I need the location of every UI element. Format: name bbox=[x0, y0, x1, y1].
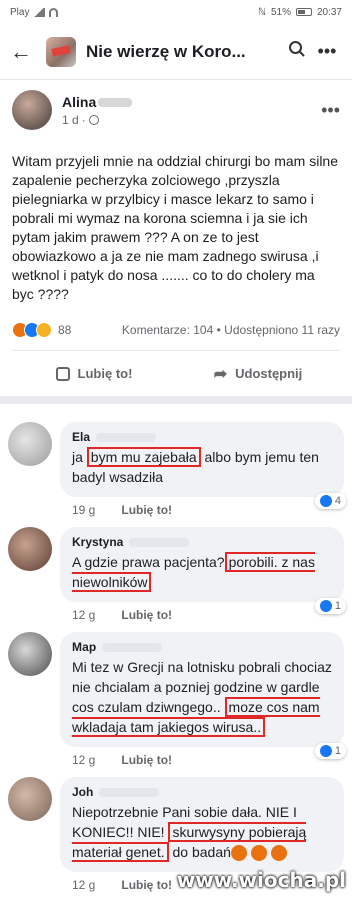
action-bar: Lubię to! ➦ Udostępnij bbox=[12, 350, 340, 396]
share-button[interactable]: ➦ Udostępnij bbox=[176, 364, 340, 384]
comments-shares-count[interactable]: Komentarze: 104 • Udostępniono 11 razy bbox=[122, 323, 340, 337]
nfc-icon: ℕ bbox=[257, 6, 266, 18]
like-icon bbox=[319, 495, 332, 507]
post-more-icon[interactable]: ••• bbox=[321, 100, 340, 121]
like-icon bbox=[319, 745, 332, 757]
comment-reactions[interactable]: 1 bbox=[314, 598, 346, 614]
clock: 20:37 bbox=[316, 6, 342, 18]
comment-time: 19 g bbox=[72, 503, 96, 517]
wifi-icon bbox=[49, 7, 59, 17]
comment-time: 12 g bbox=[72, 608, 96, 622]
commenter-name[interactable]: Joh bbox=[72, 785, 332, 799]
like-button[interactable]: Lubię to! bbox=[12, 366, 176, 381]
like-icon bbox=[319, 600, 332, 612]
carrier-label: Play bbox=[10, 6, 30, 18]
comment: Мар Mi tez w Grecji na lotnisku pobrali c… bbox=[8, 632, 346, 767]
angry-emoji-icon bbox=[230, 845, 287, 862]
battery-percent: 51% bbox=[270, 6, 291, 18]
divider bbox=[0, 396, 352, 404]
comment-bubble: Ela ja bym mu zajebała albo bym jemu ten … bbox=[60, 422, 346, 509]
post: Alina 1 d · ••• Witam przyjeli mnie na o… bbox=[0, 80, 352, 396]
back-arrow-icon[interactable]: ← bbox=[10, 39, 40, 65]
reaction-count: 88 bbox=[58, 323, 72, 337]
commenter-avatar[interactable] bbox=[8, 632, 52, 676]
comment-bubble: Мар Mi tez w Grecji na lotnisku pobrali c… bbox=[60, 632, 346, 759]
commenter-avatar[interactable] bbox=[8, 527, 52, 571]
comment-time: 12 g bbox=[72, 878, 96, 892]
comment: Krystyna A gdzie prawa pacjenta? porobili.… bbox=[8, 527, 346, 622]
app-header: ← Nie wierzę w Koro... ••• bbox=[0, 24, 352, 80]
battery-icon bbox=[295, 8, 312, 16]
commenter-avatar[interactable] bbox=[8, 422, 52, 466]
comment-like-button[interactable]: Lubię to! bbox=[121, 608, 172, 622]
more-options-icon[interactable]: ••• bbox=[312, 41, 342, 62]
signal-icon bbox=[33, 7, 46, 17]
comment-text: Niepotrzebnie Pani sobie dała. NIE I KON… bbox=[72, 804, 307, 862]
comment-bubble: Krystyna A gdzie prawa pacjenta? porobili.… bbox=[60, 527, 346, 614]
comment-bubble: Joh Niepotrzebnie Pani sobie dała. NIE I … bbox=[60, 777, 344, 872]
post-text: Witam przyjeli mnie na oddzial chirurgi … bbox=[12, 153, 339, 302]
page-title: Nie wierzę w Koro... bbox=[86, 41, 246, 61]
comment-time: 12 g bbox=[72, 753, 96, 767]
comment-reactions[interactable]: 1 bbox=[314, 743, 346, 759]
commenter-name[interactable]: Мар bbox=[72, 640, 332, 654]
commenter-name[interactable]: Ela bbox=[72, 430, 332, 444]
comments-list: Ela ja bym mu zajebała albo bym jemu ten … bbox=[0, 404, 352, 892]
comment-text: Mi tez w Grecji na lotnisku pobrali choc… bbox=[72, 659, 332, 737]
highlight-box: bym mu zajebała bbox=[86, 447, 201, 467]
share-icon: ➦ bbox=[213, 365, 228, 383]
comment-like-button[interactable]: Lubię to! bbox=[121, 503, 172, 517]
thumbs-up-icon bbox=[55, 366, 70, 381]
comment: Ela ja bym mu zajebała albo bym jemu ten … bbox=[8, 422, 346, 517]
group-avatar[interactable] bbox=[46, 36, 76, 67]
globe-icon bbox=[88, 114, 99, 125]
comment-like-button[interactable]: Lubię to! bbox=[121, 878, 172, 892]
status-bar: Play ℕ 51% 20:37 bbox=[0, 0, 352, 24]
comment-reactions[interactable]: 4 bbox=[314, 493, 346, 509]
post-time: 1 d · bbox=[62, 113, 321, 127]
commenter-avatar[interactable] bbox=[8, 777, 52, 821]
commenter-name[interactable]: Krystyna bbox=[72, 535, 332, 549]
search-icon[interactable] bbox=[282, 40, 312, 63]
reactions-row[interactable]: 88 Komentarze: 104 • Udostępniono 11 raz… bbox=[12, 322, 340, 338]
watermark: www.wiocha.pl bbox=[176, 868, 346, 892]
comment-like-button[interactable]: Lubię to! bbox=[121, 753, 172, 767]
author-name[interactable]: Alina bbox=[62, 94, 321, 110]
sad-reaction-icon bbox=[36, 322, 52, 338]
comment-text: ja bym mu zajebała albo bym jemu ten bad… bbox=[72, 447, 319, 485]
author-avatar[interactable] bbox=[12, 90, 52, 130]
comment-text: A gdzie prawa pacjenta? porobili. z nas n… bbox=[72, 552, 315, 592]
